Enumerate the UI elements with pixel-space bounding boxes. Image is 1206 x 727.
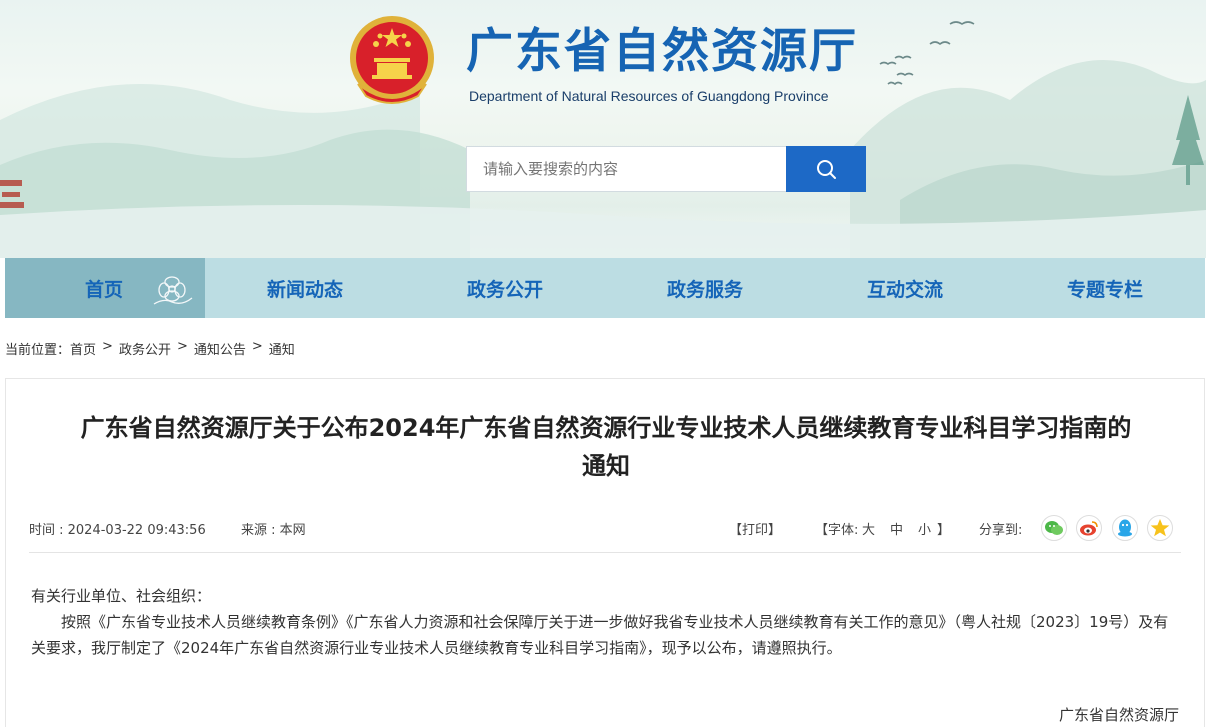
qzone-star-icon: [1150, 519, 1170, 537]
font-size-large-button[interactable]: 大: [862, 519, 875, 538]
breadcrumb-link-government-affairs[interactable]: 政务公开: [119, 339, 171, 358]
article-meta-bar: 时间 : 2024-03-22 09:43:56 来源 : 本网 【打印】 【字…: [29, 515, 1181, 553]
nav-item-label: 政务服务: [666, 278, 743, 301]
weibo-share-button[interactable]: [1076, 515, 1102, 541]
font-size-label: 【字体:: [815, 523, 859, 538]
breadcrumb-link-announcements[interactable]: 通知公告: [194, 339, 246, 358]
nav-item-label: 政务公开: [466, 278, 543, 301]
breadcrumb-prefix: 当前位置：: [5, 343, 71, 358]
nav-item-home[interactable]: 首页: [5, 258, 205, 318]
breadcrumb-link-notice[interactable]: 通知: [269, 339, 295, 358]
nav-item-label: 互动交流: [866, 278, 943, 301]
font-size-small-button[interactable]: 小: [918, 519, 931, 538]
main-navigation: 首页 新闻动态 政务公开 政务服务 互动交流 专题专栏: [5, 258, 1205, 318]
article-title: 广东省自然资源厅关于公布2024年广东省自然资源行业专业技术人员继续教育专业科目…: [26, 409, 1186, 485]
nav-item-label: 首页: [85, 278, 124, 301]
article-title-line: 通知: [582, 452, 630, 480]
article-source: 来源 : 本网: [241, 523, 306, 538]
font-size-bracket: 】: [937, 523, 951, 538]
breadcrumb-separator: >: [102, 339, 113, 354]
article-panel: 广东省自然资源厅关于公布2024年广东省自然资源行业专业技术人员继续教育专业科目…: [5, 378, 1205, 727]
site-title: 广东省自然资源厅: [466, 24, 858, 79]
wechat-share-button[interactable]: [1041, 515, 1067, 541]
site-subtitle: Department of Natural Resources of Guang…: [469, 88, 829, 104]
breadcrumb-separator: >: [251, 339, 263, 354]
search-input[interactable]: [466, 146, 786, 192]
nav-item-label: 专题专栏: [1066, 278, 1143, 301]
article-body: 有关行业单位、社会组织： 按照《广东省专业技术人员继续教育条例》《广东省人力资源…: [31, 583, 1181, 661]
article-signature: 广东省自然资源厅: [1058, 706, 1179, 724]
nav-item-interaction[interactable]: 互动交流: [805, 258, 1005, 318]
search-icon: [817, 160, 836, 179]
site-header: 广东省自然资源厅 Department of Natural Resources…: [0, 0, 1206, 258]
article-title-line: 广东省自然资源厅关于公布2024年广东省自然资源行业专业技术人员继续教育专业科目…: [80, 414, 1132, 442]
weibo-icon: [1080, 521, 1098, 536]
flower-decoration-icon: [153, 276, 193, 305]
article-greeting: 有关行业单位、社会组织：: [31, 587, 212, 605]
wechat-icon: [1045, 521, 1063, 535]
search-button[interactable]: [786, 146, 866, 192]
qzone-share-button[interactable]: [1147, 515, 1173, 541]
font-size-medium-button[interactable]: 中: [890, 519, 903, 538]
breadcrumb: 当前位置： 首页 > 政务公开 > 通知公告 > 通知: [5, 339, 295, 358]
nav-item-special-topics[interactable]: 专题专栏: [1005, 258, 1205, 318]
breadcrumb-separator: >: [176, 339, 188, 354]
qq-share-button[interactable]: [1112, 515, 1138, 541]
nav-item-label: 新闻动态: [266, 278, 343, 301]
print-button[interactable]: 【打印】: [729, 519, 781, 538]
nav-item-news[interactable]: 新闻动态: [205, 258, 405, 318]
publish-time: 时间 : 2024-03-22 09:43:56: [29, 523, 206, 538]
national-emblem: [348, 14, 436, 108]
breadcrumb-link-home[interactable]: 首页: [70, 339, 96, 358]
article-paragraph: 按照《广东省专业技术人员继续教育条例》《广东省人力资源和社会保障厅关于进一步做好…: [31, 613, 1169, 657]
qq-icon: [1118, 519, 1132, 537]
nav-item-services[interactable]: 政务服务: [605, 258, 805, 318]
nav-item-government-affairs[interactable]: 政务公开: [405, 258, 605, 318]
share-label: 分享到:: [979, 523, 1023, 538]
